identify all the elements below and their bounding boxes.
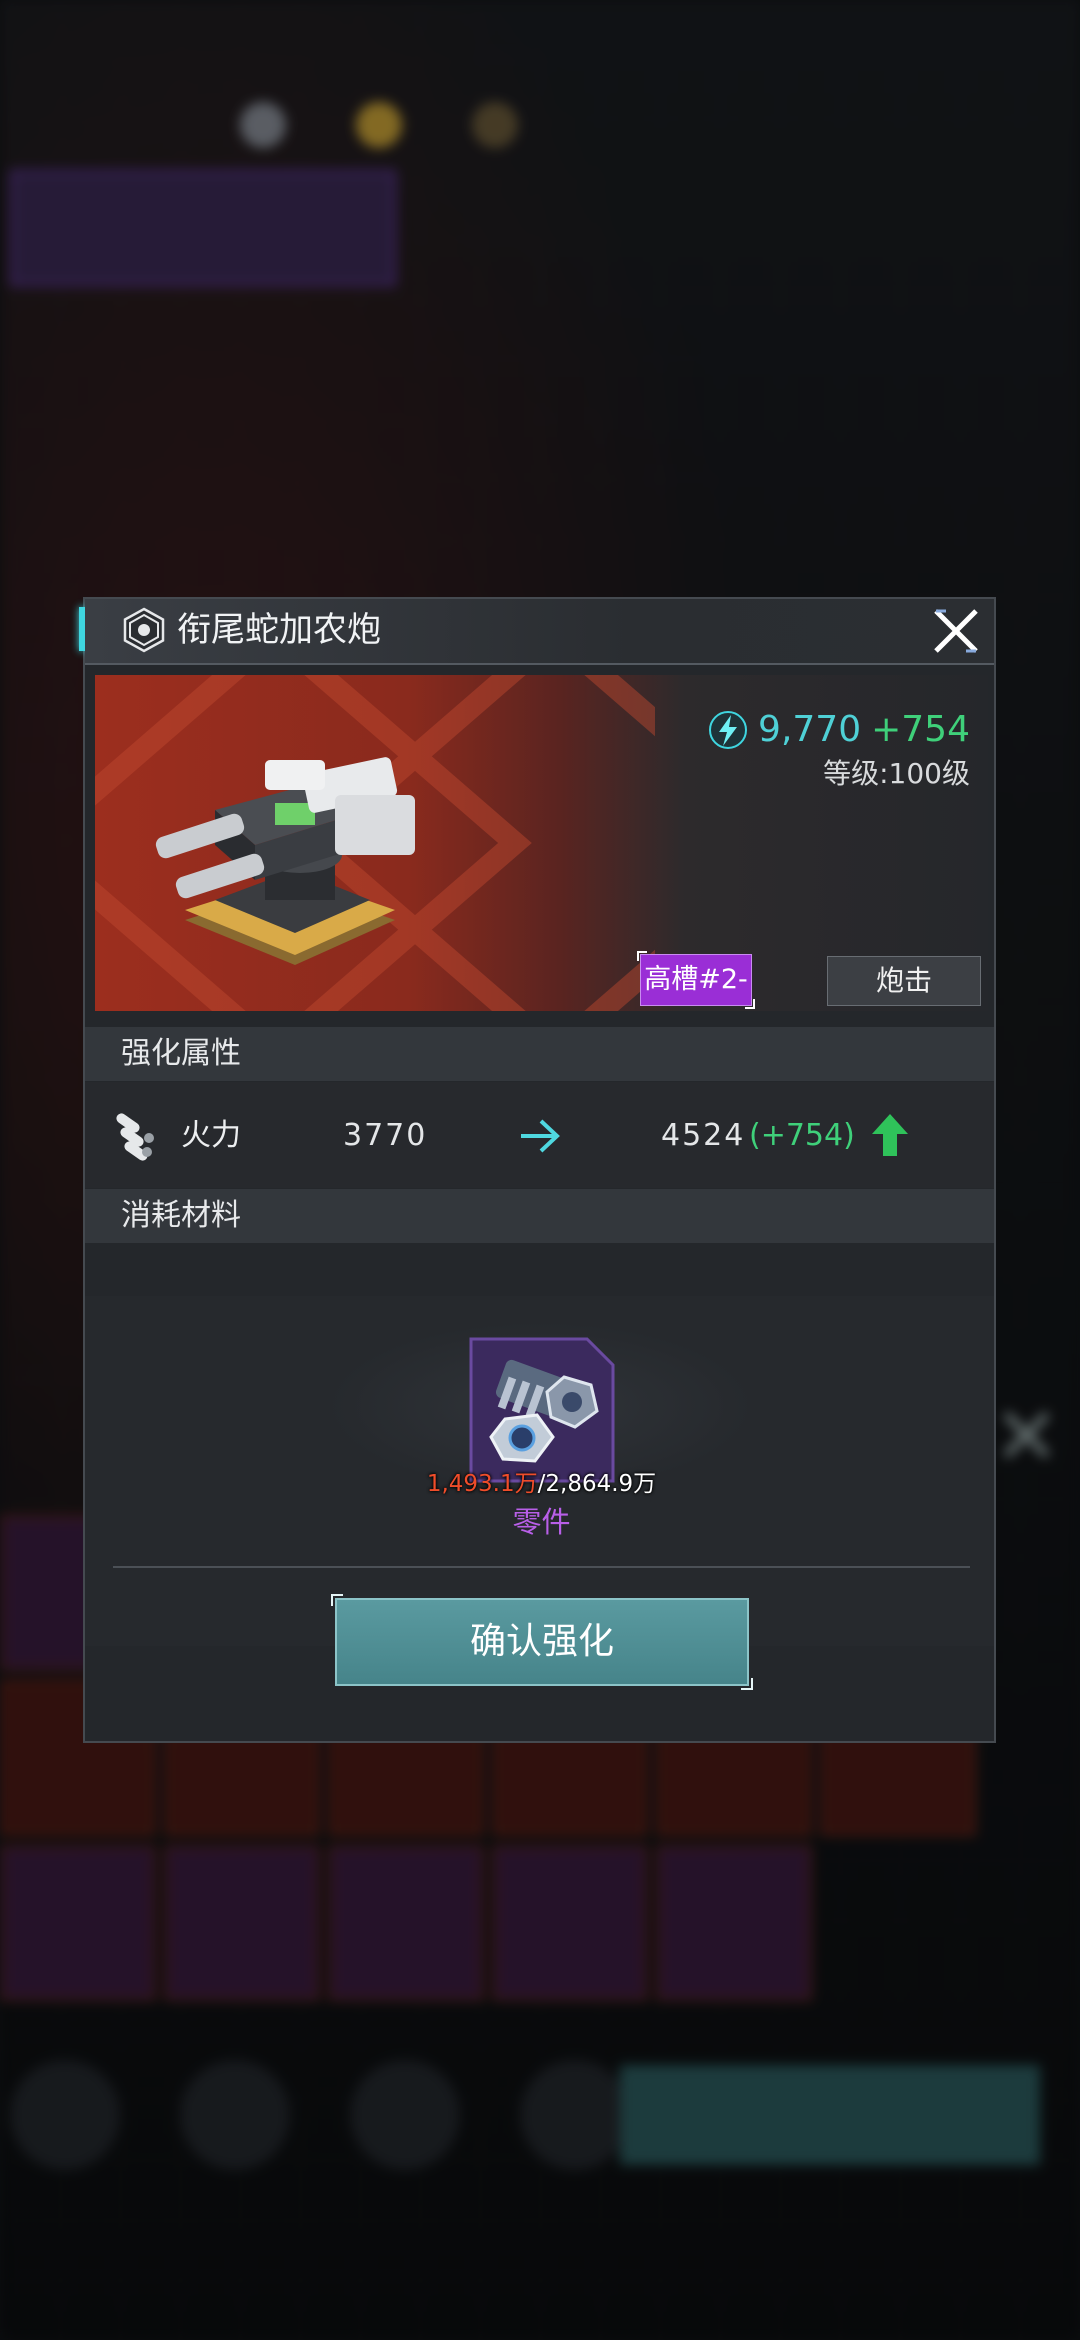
lightning-icon — [709, 710, 748, 749]
bolt-nut-parts-icon[interactable] — [469, 1337, 615, 1483]
enhance-modal: 衔尾蛇加农炮 9,770 +754 等级:100级 高槽#2- 炮击 强化属性 … — [79, 597, 996, 1743]
materials-section-title: 消耗材料 — [85, 1189, 994, 1243]
modal-title: 衔尾蛇加农炮 — [177, 610, 381, 650]
material-need: /2,864.9万 — [537, 1471, 657, 1497]
close-icon[interactable] — [930, 605, 982, 657]
arrow-right-icon — [521, 1119, 560, 1153]
materials-area: 1,493.1万/2,864.9万 零件 — [85, 1296, 994, 1646]
material-have: 1,493.1万 — [426, 1471, 538, 1497]
material-name: 零件 — [512, 1505, 571, 1539]
power-increase: +754 — [871, 709, 970, 750]
material-count: 1,493.1万/2,864.9万 — [85, 1464, 998, 1498]
arrow-up-icon — [872, 1114, 908, 1156]
attribute-new-value: 4524 — [661, 1118, 746, 1153]
attribute-row: 火力 3770 4524 (+754) — [85, 1082, 994, 1188]
cannon-turret-image — [155, 757, 415, 965]
hex-emblem-icon — [123, 607, 165, 653]
attribute-name: 火力 — [181, 1118, 241, 1153]
modal-title-bar: 衔尾蛇加农炮 — [85, 599, 994, 665]
power-stat: 9,770 +754 等级:100级 — [708, 709, 970, 792]
attribute-old-value: 3770 — [343, 1118, 428, 1153]
enhance-section-title: 强化属性 — [85, 1027, 994, 1081]
power-value: 9,770 — [758, 709, 862, 750]
equipment-hero-panel: 9,770 +754 等级:100级 高槽#2-6 炮击 — [95, 675, 988, 1011]
ammo-shells-icon — [116, 1113, 154, 1161]
confirm-enhance-button[interactable]: 确认强化 — [331, 1594, 753, 1690]
divider — [113, 1566, 970, 1568]
equipment-level: 等级:100级 — [823, 757, 970, 790]
slot-badge: 高槽#2-6 — [637, 951, 755, 1009]
attribute-increase: (+754) — [749, 1118, 855, 1153]
type-button[interactable]: 炮击 — [827, 956, 981, 1006]
